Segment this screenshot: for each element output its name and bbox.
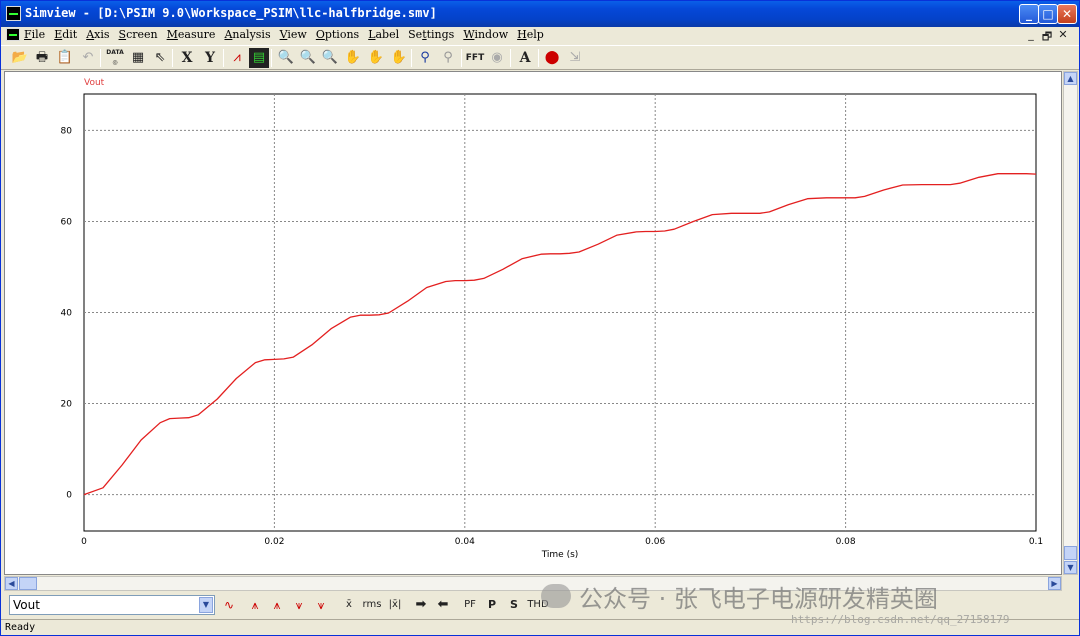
vout-chart[interactable]: 0 20 40 60 80 0 0.02 0.04 0.06 0.08 0.1 Time (s) Vou… xyxy=(5,72,1061,574)
maximize-button[interactable]: □ xyxy=(1038,4,1058,24)
plot-area[interactable]: 0 20 40 60 80 0 0.02 0.04 0.06 0.08 0.1 Time (s) Vou… xyxy=(4,71,1062,575)
window-title: Simview - [D:\PSIM 9.0\Workspace_PSIM\ll… xyxy=(25,6,437,20)
y-tick-label: 0 xyxy=(66,491,72,501)
fft-button[interactable]: FFT xyxy=(465,48,485,68)
menu-item-file[interactable]: File xyxy=(24,28,45,41)
close-button[interactable]: ✕ xyxy=(1057,4,1077,24)
x-axis-label: Time (s) xyxy=(541,550,579,560)
apparent-power-button[interactable]: S xyxy=(504,595,524,615)
scroll-right-arrow[interactable]: ▶ xyxy=(1048,577,1061,590)
scroll-left-arrow[interactable]: ◀ xyxy=(5,577,18,590)
abs-average-button[interactable]: |x̄| xyxy=(385,595,405,615)
x-tick-label: 0 xyxy=(81,537,87,547)
horizontal-scroll-thumb[interactable] xyxy=(19,577,37,590)
waveform-icon[interactable]: ∿ xyxy=(219,595,239,615)
menu-bar: File Edit Axis Screen Measure Analysis View Opt… xyxy=(1,27,1079,44)
menu-item-help[interactable]: Help xyxy=(517,28,544,41)
scroll-down-arrow[interactable]: ▼ xyxy=(1064,561,1077,574)
wechat-logo-icon xyxy=(541,584,571,608)
x-tick-label: 0.04 xyxy=(455,537,475,547)
data-disk-icon[interactable]: DATA ◎ xyxy=(105,48,125,68)
print-icon[interactable]: 🖶 xyxy=(32,48,52,68)
menu-item-window[interactable]: Window xyxy=(463,28,508,41)
real-power-button[interactable]: P xyxy=(482,595,502,615)
y-tick-label: 80 xyxy=(61,126,73,136)
max-icon[interactable]: ⩚ xyxy=(245,595,265,615)
menu-item-axis[interactable]: Axis xyxy=(86,28,109,41)
simview-window: Simview - [D:\PSIM 9.0\Workspace_PSIM\ll… xyxy=(0,0,1080,636)
disc-icon[interactable]: ◉ xyxy=(487,48,507,68)
chevron-down-icon[interactable]: ▼ xyxy=(199,597,213,613)
menu-items: File Edit Axis Screen Measure Analysis View Opt… xyxy=(24,28,553,41)
arrow-left-icon[interactable]: ⬅ xyxy=(433,595,453,615)
record-icon[interactable]: ⬤ xyxy=(542,48,562,68)
power-factor-button[interactable]: PF xyxy=(460,595,480,615)
variable-select[interactable]: Vout ▼ xyxy=(9,595,215,615)
watermark-text: 公众号 · 张飞电子电源研发精英圈 xyxy=(579,585,938,613)
y-tick-label: 20 xyxy=(61,400,73,410)
next-min-icon[interactable]: ⩛ xyxy=(311,595,331,615)
main-toolbar: 📂 🖶 📋 ↶ DATA ◎ ▦ ⇖ X Y ⩘ ▤ 🔍 🔍 🔍 ✋ ✋ ✋ ⚲ … xyxy=(1,45,1079,70)
average-button[interactable]: x̄ xyxy=(339,595,359,615)
line-plot-icon[interactable]: ⩘ xyxy=(227,48,247,68)
arrow-right-icon[interactable]: ➡ xyxy=(411,595,431,615)
clipboard-icon[interactable]: 📋 xyxy=(55,48,75,68)
x-tick-label: 0.1 xyxy=(1029,537,1043,547)
undo-icon[interactable]: ↶ xyxy=(78,48,98,68)
title-bar[interactable]: Simview - [D:\PSIM 9.0\Workspace_PSIM\ll… xyxy=(1,1,1079,27)
vertical-scroll-thumb[interactable] xyxy=(1064,546,1077,560)
hand-icon[interactable]: ✋ xyxy=(389,48,409,68)
zoom-in-icon[interactable]: 🔍 xyxy=(298,48,318,68)
menu-item-screen[interactable]: Screen xyxy=(119,28,158,41)
data-label: DATA xyxy=(106,49,124,56)
text-label-button[interactable]: A xyxy=(515,48,535,68)
x-tick-label: 0.06 xyxy=(645,537,665,547)
menu-item-label[interactable]: Label xyxy=(368,28,399,41)
menu-item-settings[interactable]: Settings xyxy=(408,28,454,41)
rms-button[interactable]: rms xyxy=(361,595,383,615)
pan-left-icon[interactable]: ✋ xyxy=(343,48,363,68)
menu-item-measure[interactable]: Measure xyxy=(167,28,216,41)
pan-right-icon[interactable]: ✋ xyxy=(366,48,386,68)
document-icon[interactable] xyxy=(6,28,20,41)
next-max-icon[interactable]: ⩚ xyxy=(267,595,287,615)
menu-item-options[interactable]: Options xyxy=(316,28,359,41)
min-icon[interactable]: ⩛ xyxy=(289,595,309,615)
status-text: Ready xyxy=(5,622,36,633)
edit-chart-icon[interactable]: ▦ xyxy=(128,48,148,68)
menu-item-edit[interactable]: Edit xyxy=(54,28,77,41)
vertical-scrollbar[interactable]: ▲ ▼ xyxy=(1063,71,1078,575)
x-tick-label: 0.02 xyxy=(264,537,284,547)
status-bar: Ready xyxy=(1,619,1079,635)
minimize-button[interactable]: _ xyxy=(1019,4,1039,24)
scroll-up-arrow[interactable]: ▲ xyxy=(1064,72,1077,85)
cursor-tool-2-icon[interactable]: ⚲ xyxy=(438,48,458,68)
simview-app-icon[interactable] xyxy=(6,6,21,21)
export-icon[interactable]: ⇲ xyxy=(565,48,585,68)
x-axis-button[interactable]: X xyxy=(177,48,197,68)
y-tick-label: 60 xyxy=(61,217,73,227)
series-label: Vout xyxy=(84,78,105,88)
menu-item-view[interactable]: View xyxy=(280,28,307,41)
variable-select-value: Vout xyxy=(13,598,40,612)
zoom-out-icon[interactable]: 🔍 xyxy=(320,48,340,68)
menu-item-analysis[interactable]: Analysis xyxy=(224,28,270,41)
open-folder-icon[interactable]: 📂 xyxy=(10,48,30,68)
pointer-icon[interactable]: ⇖ xyxy=(150,48,170,68)
y-axis-button[interactable]: Y xyxy=(200,48,220,68)
y-tick-label: 40 xyxy=(61,309,73,319)
x-tick-label: 0.08 xyxy=(836,537,856,547)
grid-screen-icon[interactable]: ▤ xyxy=(249,48,269,68)
cursor-tool-icon[interactable]: ⚲ xyxy=(415,48,435,68)
zoom-icon[interactable]: 🔍 xyxy=(276,48,296,68)
